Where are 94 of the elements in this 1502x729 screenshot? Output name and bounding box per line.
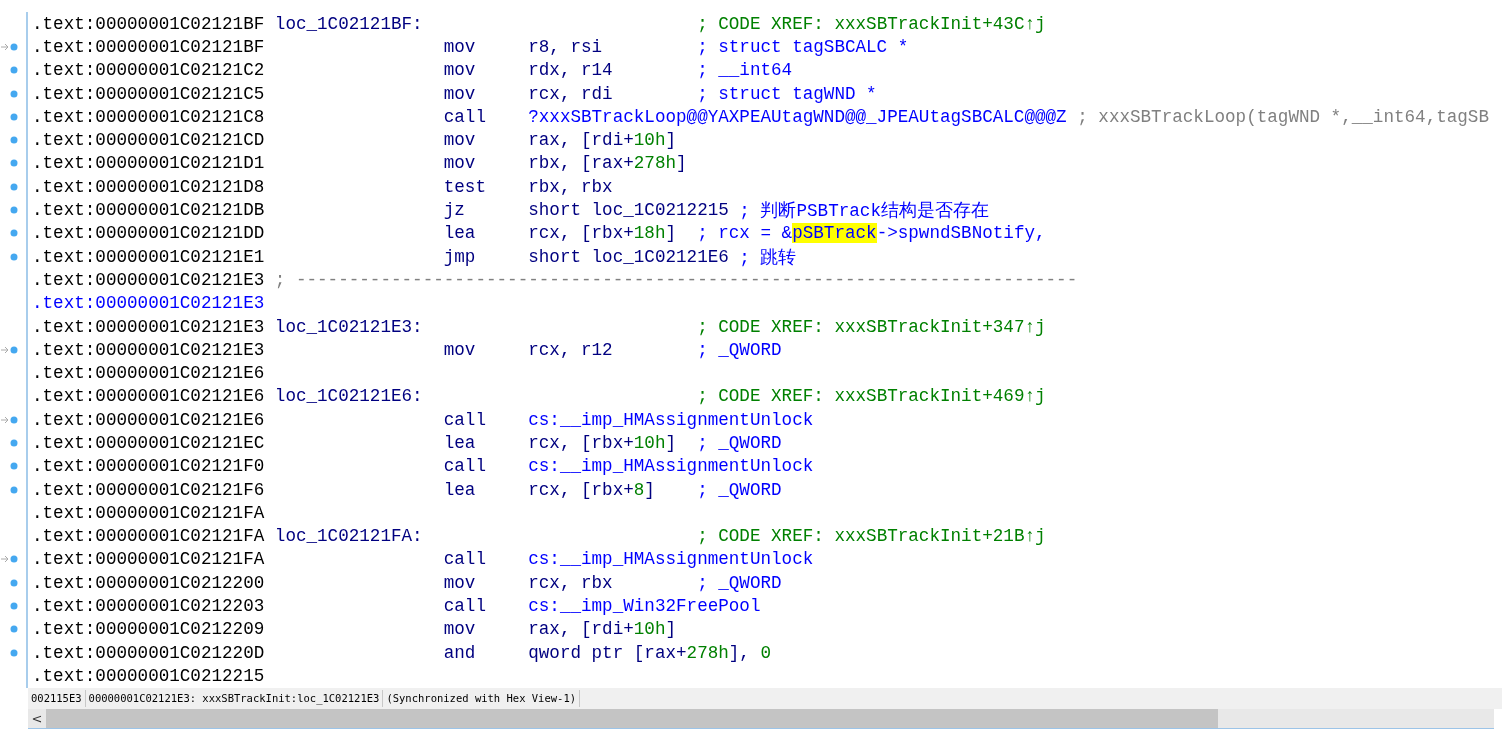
address-text: .text:00000001C02121CD (32, 130, 266, 151)
mnemonic-text: lea (443, 223, 477, 244)
address-text: .text:00000001C02121E6 (32, 363, 266, 384)
mnemonic-text: jmp (443, 246, 477, 267)
operand-text: rcx, rbx (528, 572, 614, 593)
mnemonic-text: mov (443, 130, 477, 151)
operand-text: rcx, [rbx+10h] (528, 433, 678, 453)
address-text: .text:00000001C02121EC (32, 433, 266, 453)
comment-text: ; _QWORD (697, 479, 782, 500)
comment-text: ; _QWORD (697, 433, 782, 453)
operand-text: rax, [rdi+10h] (528, 130, 678, 151)
address-text: .text:00000001C02121BF (32, 36, 266, 57)
operand-text: short loc_1C02121E6 (528, 246, 730, 267)
comment-text: ; CODE XREF: xxxSBTrackInit+43C↑j (697, 13, 1046, 34)
label-text: loc_1C02121BF: (274, 13, 424, 34)
mnemonic-text: call (443, 549, 487, 570)
address-text: .text:00000001C02121F0 (32, 456, 266, 477)
comment-text: ; xxxSBTrackLoop(tagWND *,__int64,tagSB (1077, 106, 1489, 127)
operand-text: rcx, [rbx+18h] (528, 223, 678, 244)
address-text: .text:00000001C02121C2 (32, 60, 266, 81)
operand-text: rbx, rbx (528, 176, 614, 197)
operand-text: rcx, rdi (528, 83, 614, 104)
scrollbar-thumb[interactable] (46, 709, 1218, 728)
mnemonic-text: lea (443, 479, 477, 500)
address-text: .text:00000001C02121C8 (32, 106, 266, 127)
operand-text: rcx, r12 (528, 339, 614, 360)
operand-text: rbx, [rax+278h] (528, 153, 688, 174)
comment-text: ; _QWORD (697, 339, 782, 360)
mnemonic-text: test (443, 176, 487, 197)
separator-comment: ; -------------------------------------------------------------------------- (274, 269, 1078, 290)
comment-text: ; struct tagWND * (697, 83, 877, 104)
operand-text: short loc_1C0212215 (528, 200, 730, 220)
mnemonic-text: call (443, 106, 487, 127)
comment-text: ; 判断PSBTrack结构是否存在 (739, 200, 989, 223)
address-text: .text:00000001C02121D8 (32, 176, 266, 197)
operand-text: qword ptr [rax+278h], 0 (528, 642, 773, 663)
address-text: .text:00000001C02121DB (32, 200, 266, 220)
operand-text: cs:__imp_HMAssignmentUnlock (528, 409, 815, 430)
address-text: .text:00000001C02121E3 (32, 339, 266, 360)
operand-text: rcx, [rbx+8] (528, 479, 656, 500)
label-text: loc_1C02121E3: (274, 316, 424, 337)
address-text: .text:00000001C0212209 (32, 619, 266, 640)
mnemonic-text: mov (443, 83, 477, 104)
mnemonic-text: call (443, 409, 487, 430)
status-text: 00000001C02121E3: xxxSBTrackInit:loc_1C02121E3 (85, 690, 384, 707)
address-text: .text:00000001C02121DD (32, 223, 266, 244)
mnemonic-text: mov (443, 339, 477, 360)
label-text: loc_1C02121FA: (274, 526, 424, 547)
mnemonic-text: mov (443, 572, 477, 593)
mnemonic-text: mov (443, 60, 477, 81)
mnemonic-text: jz (443, 200, 466, 220)
address-text: .text:00000001C0212203 (32, 596, 266, 617)
mnemonic-text: mov (443, 36, 477, 57)
address-text: .text:00000001C02121D1 (32, 153, 266, 174)
address-text: .text:00000001C02121FA (32, 526, 266, 547)
address-text: .text:00000001C02121E3 (32, 269, 266, 290)
address-text: .text:00000001C02121E1 (32, 246, 266, 267)
address-text: .text:00000001C02121E3 (32, 293, 266, 314)
address-text: .text:00000001C021220D (32, 642, 266, 663)
mnemonic-text: call (443, 596, 487, 617)
address-text: .text:00000001C02121FA (32, 502, 266, 523)
address-text: .text:00000001C0212200 (32, 572, 266, 593)
comment-text: ; CODE XREF: xxxSBTrackInit+347↑j (697, 316, 1046, 337)
address-text: .text:00000001C02121BF (32, 13, 266, 34)
comment-text: ; rcx = &pSBTrack->spwndSBNotify, (697, 223, 1046, 244)
mnemonic-text: call (443, 456, 487, 477)
comment-text: ; struct tagSBCALC * (697, 36, 909, 57)
address-text: .text:00000001C02121E6 (32, 386, 266, 407)
label-text: loc_1C02121E6: (274, 386, 424, 407)
mnemonic-text: lea (443, 433, 477, 453)
operand-text: cs:__imp_HMAssignmentUnlock (528, 549, 815, 570)
operand-text: cs:__imp_HMAssignmentUnlock (528, 456, 815, 477)
status-text: 002115E3 (28, 690, 86, 707)
operand-text: ?xxxSBTrackLoop@@YAXPEAUtagWND@@_JPEAUtagSBCALC@@@Z (528, 106, 1068, 127)
mnemonic-text: mov (443, 153, 477, 174)
comment-text: ; _QWORD (697, 572, 782, 593)
mnemonic-text: and (443, 642, 477, 663)
operand-text: rax, [rdi+10h] (528, 619, 678, 640)
operand-text: r8, rsi (528, 36, 604, 57)
address-text: .text:00000001C02121C5 (32, 83, 266, 104)
operand-text: cs:__imp_Win32FreePool (528, 596, 762, 617)
address-text: .text:00000001C0212215 (32, 665, 266, 686)
comment-text: ; 跳转 (739, 246, 797, 269)
status-text: (Synchronized with Hex View-1) (383, 690, 581, 707)
address-text: .text:00000001C02121E3 (32, 316, 266, 337)
comment-text: ; CODE XREF: xxxSBTrackInit+469↑j (697, 386, 1046, 407)
comment-text: ; __int64 (697, 60, 793, 81)
address-text: .text:00000001C02121F6 (32, 479, 266, 500)
mnemonic-text: mov (443, 619, 477, 640)
operand-text: rdx, r14 (528, 60, 614, 81)
horizontal-scrollbar[interactable]: < (28, 709, 1494, 729)
address-text: .text:00000001C02121FA (32, 549, 266, 570)
comment-text: ; CODE XREF: xxxSBTrackInit+21B↑j (697, 526, 1046, 547)
address-text: .text:00000001C02121E6 (32, 409, 266, 430)
